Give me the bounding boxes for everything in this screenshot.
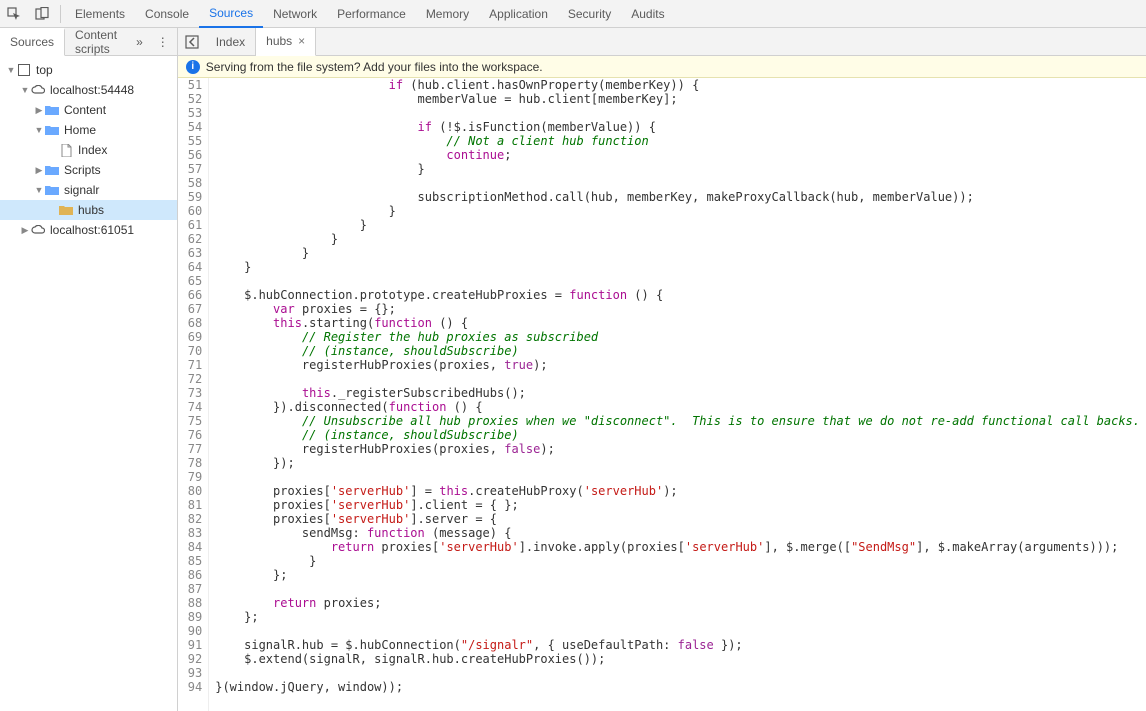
file-tab-label: hubs: [266, 34, 292, 48]
tree-label: localhost:54448: [50, 83, 134, 97]
navigator-tabs: SourcesContent scripts » ⋮: [0, 28, 177, 56]
tree-label: top: [36, 63, 53, 77]
chevron-right-icon[interactable]: ▶: [34, 105, 44, 116]
tree-item-hubs[interactable]: hubs: [0, 200, 177, 220]
chevron-down-icon[interactable]: ▼: [34, 185, 44, 195]
tree-label: Content: [64, 103, 106, 117]
folder-y-icon: [58, 203, 74, 217]
chevron-right-icon[interactable]: ▶: [20, 225, 30, 236]
tab-network[interactable]: Network: [263, 0, 327, 28]
folder-icon: [44, 123, 60, 137]
show-navigator-icon[interactable]: [178, 28, 206, 56]
toolbar-divider: [60, 5, 61, 23]
folder-icon: [44, 103, 60, 117]
file-tree: ▼ top ▼ localhost:54448 ▶ Content ▼ Home Index ▶ S…: [0, 56, 177, 711]
devtools-toolbar: ElementsConsoleSourcesNetworkPerformance…: [0, 0, 1146, 28]
tab-console[interactable]: Console: [135, 0, 199, 28]
file-icon: [58, 143, 74, 157]
tree-label: hubs: [78, 203, 104, 217]
cloud-icon: [30, 83, 46, 97]
tab-memory[interactable]: Memory: [416, 0, 479, 28]
file-tab-label: Index: [216, 35, 245, 49]
tab-elements[interactable]: Elements: [65, 0, 135, 28]
line-gutter: 5152535455565758596061626364656667686970…: [178, 78, 209, 711]
tree-item-localhost-61051[interactable]: ▶ localhost:61051: [0, 220, 177, 240]
tree-item-home[interactable]: ▼ Home: [0, 120, 177, 140]
infobar-text: Serving from the file system? Add your f…: [206, 60, 543, 74]
tab-security[interactable]: Security: [558, 0, 621, 28]
chevron-down-icon[interactable]: ▼: [20, 85, 30, 95]
cloud-icon: [30, 223, 46, 237]
tree-label: signalr: [64, 183, 99, 197]
tree-item-scripts[interactable]: ▶ Scripts: [0, 160, 177, 180]
tab-application[interactable]: Application: [479, 0, 558, 28]
file-tab-hubs[interactable]: hubs ×: [256, 28, 316, 56]
tree-label: localhost:61051: [50, 223, 134, 237]
workspace-infobar: i Serving from the file system? Add your…: [178, 56, 1146, 78]
info-icon: i: [186, 60, 200, 74]
folder-icon: [44, 183, 60, 197]
navigator-tab-sources[interactable]: Sources: [0, 28, 65, 56]
devtools-tabs: ElementsConsoleSourcesNetworkPerformance…: [65, 0, 675, 28]
tree-item-index[interactable]: Index: [0, 140, 177, 160]
navigator-menu-icon[interactable]: ⋮: [149, 35, 177, 49]
navigator-panel: SourcesContent scripts » ⋮ ▼ top ▼ localhos…: [0, 28, 178, 711]
editor-panel: Index hubs × i Serving from the file syste…: [178, 28, 1146, 711]
tree-item-localhost-54448[interactable]: ▼ localhost:54448: [0, 80, 177, 100]
file-tabs: Index hubs ×: [178, 28, 1146, 56]
inspect-icon[interactable]: [0, 0, 28, 28]
tree-label: Scripts: [64, 163, 101, 177]
tab-sources[interactable]: Sources: [199, 0, 263, 28]
chevron-down-icon[interactable]: ▼: [6, 65, 16, 75]
tab-audits[interactable]: Audits: [621, 0, 674, 28]
tab-performance[interactable]: Performance: [327, 0, 416, 28]
more-tabs-icon[interactable]: »: [130, 35, 149, 49]
code-editor[interactable]: 5152535455565758596061626364656667686970…: [178, 78, 1146, 711]
tree-item-top[interactable]: ▼ top: [0, 60, 177, 80]
tree-label: Home: [64, 123, 96, 137]
device-toggle-icon[interactable]: [28, 0, 56, 28]
code-content[interactable]: if (hub.client.hasOwnProperty(memberKey)…: [209, 78, 1146, 711]
close-icon[interactable]: ×: [298, 34, 305, 48]
folder-icon: [44, 163, 60, 177]
navigator-tab-content-scripts[interactable]: Content scripts: [65, 28, 130, 56]
tree-item-signalr[interactable]: ▼ signalr: [0, 180, 177, 200]
frame-icon: [16, 63, 32, 77]
chevron-right-icon[interactable]: ▶: [34, 165, 44, 176]
file-tab-index[interactable]: Index: [206, 28, 256, 56]
tree-item-content[interactable]: ▶ Content: [0, 100, 177, 120]
tree-label: Index: [78, 143, 107, 157]
chevron-down-icon[interactable]: ▼: [34, 125, 44, 135]
